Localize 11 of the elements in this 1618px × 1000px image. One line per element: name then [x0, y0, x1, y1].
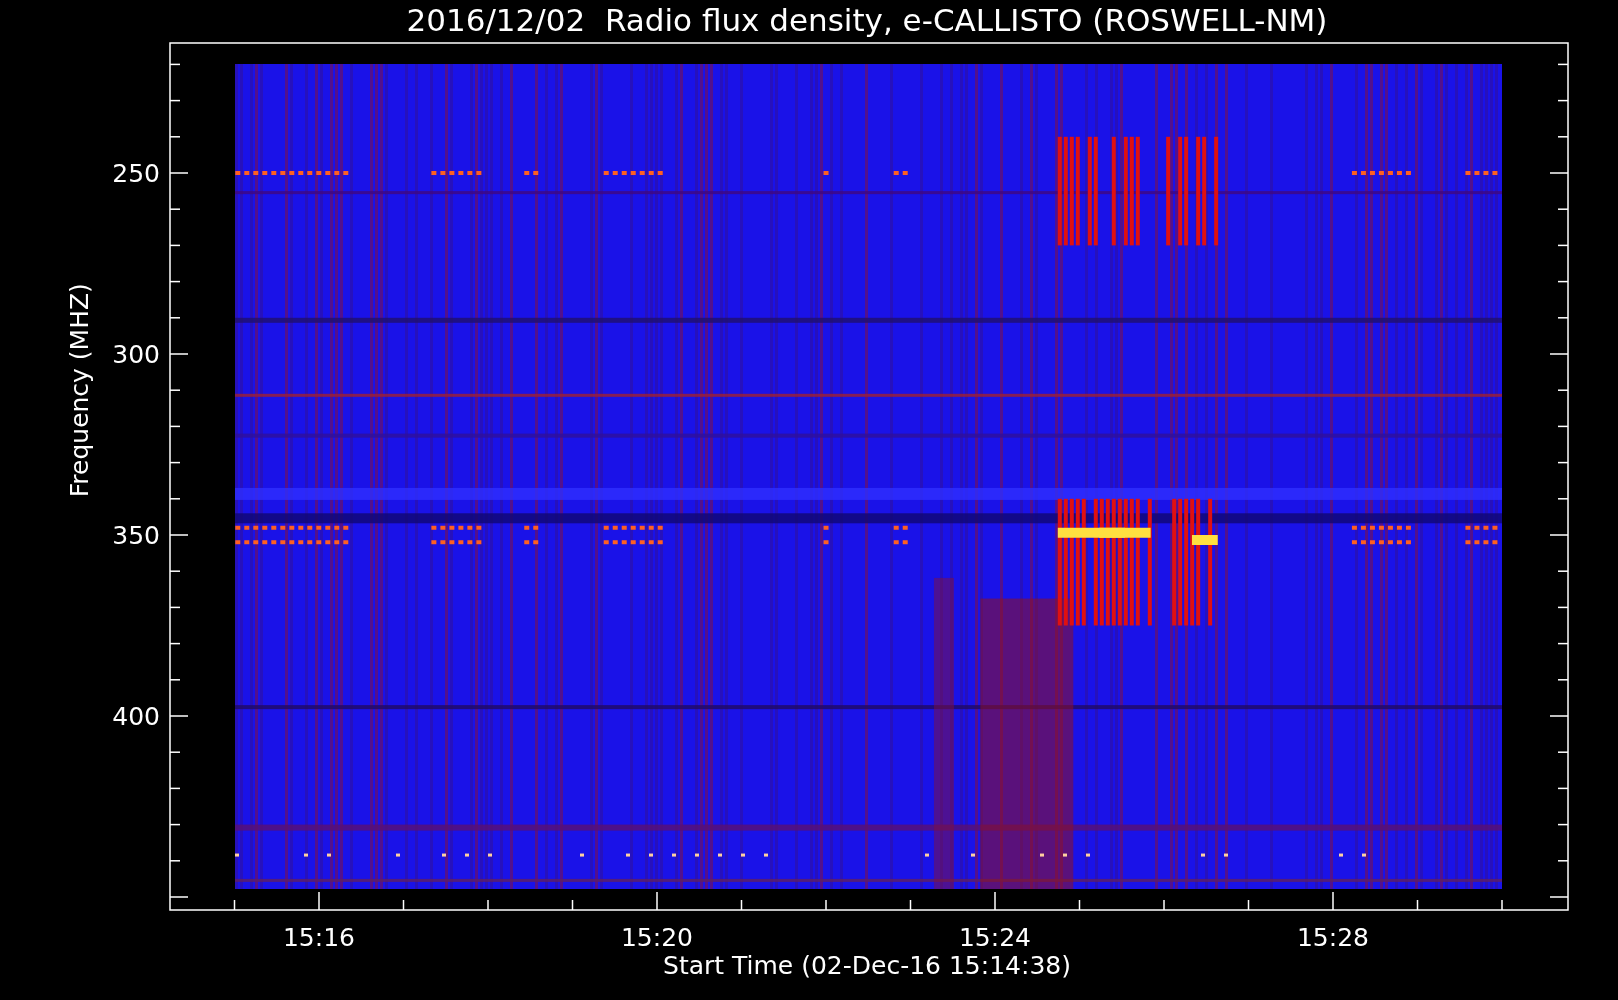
tick-label: 400: [112, 702, 160, 731]
tick-label: 15:28: [1297, 923, 1369, 952]
tick-label: 15:24: [959, 923, 1031, 952]
tick-label: 15:20: [621, 923, 693, 952]
tick-label: 350: [112, 521, 160, 550]
axis-title: Frequency (MHZ): [65, 283, 94, 498]
tick-label: 300: [112, 340, 160, 369]
axis-title: Start Time (02-Dec-16 15:14:38): [663, 951, 1071, 980]
chart-title: 2016/12/02 Radio flux density, e-CALLISTO (ROSWELL-NM): [406, 2, 1328, 38]
tick-label: 15:16: [283, 923, 355, 952]
tick-label: 250: [112, 159, 160, 188]
